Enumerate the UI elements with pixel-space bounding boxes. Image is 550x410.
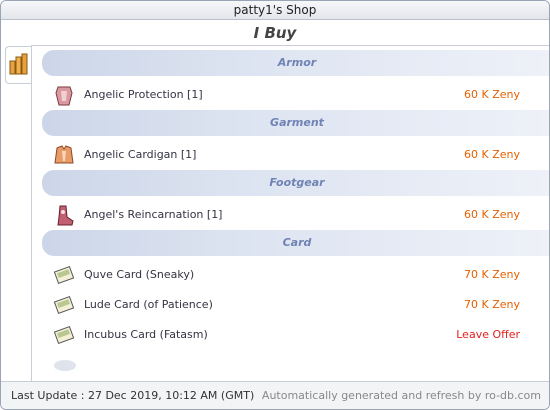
category-card: Card — [42, 230, 549, 256]
category-footgear: Footgear — [42, 170, 549, 196]
window-title: patty1's Shop — [1, 1, 549, 20]
item-price: 60 K Zeny — [464, 88, 520, 101]
item-name: Angelic Protection [1] — [84, 88, 203, 101]
footer: Last Update : 27 Dec 2019, 10:12 AM (GMT… — [1, 381, 549, 409]
item-list: Armor Angelic Protection [1] 60 K Zeny G… — [42, 50, 549, 380]
last-update: Last Update : 27 Dec 2019, 10:12 AM (GMT… — [11, 389, 255, 402]
footgear-icon — [57, 205, 74, 226]
credit-text: Automatically generated and refresh by r… — [261, 389, 541, 402]
list-item[interactable]: Angelic Protection [1] 60 K Zeny — [42, 80, 549, 110]
item-name: Lude Card (of Patience) — [84, 298, 213, 311]
item-name: Quve Card (Sneaky) — [84, 268, 195, 281]
item-price: Leave Offer — [456, 328, 520, 341]
item-price: 60 K Zeny — [464, 208, 520, 221]
list-item[interactable]: Incubus Card (Fatasm) Leave Offer — [42, 320, 549, 350]
item-name: Angel's Reincarnation [1] — [84, 208, 223, 221]
shop-icon — [9, 53, 28, 75]
card-icon — [53, 295, 75, 315]
list-item[interactable]: Lude Card (of Patience) 70 K Zeny — [42, 290, 549, 320]
list-item[interactable]: Quve Card (Sneaky) 70 K Zeny — [42, 260, 549, 290]
item-panel: Armor Angelic Protection [1] 60 K Zeny G… — [31, 45, 549, 382]
armor-icon — [55, 86, 73, 106]
shop-mode-title: I Buy — [253, 24, 297, 42]
category-garment: Garment — [42, 110, 549, 136]
shop-tab[interactable] — [5, 46, 32, 84]
list-item[interactable]: Angelic Cardigan [1] 60 K Zeny — [42, 140, 549, 170]
card-icon — [53, 325, 75, 345]
category-armor: Armor — [42, 50, 549, 76]
item-name: Incubus Card (Fatasm) — [84, 328, 208, 341]
item-price: 70 K Zeny — [464, 298, 520, 311]
list-end-marker — [54, 360, 76, 371]
item-name: Angelic Cardigan [1] — [84, 148, 197, 161]
card-icon — [53, 265, 75, 285]
item-price: 60 K Zeny — [464, 148, 520, 161]
item-price: 70 K Zeny — [464, 268, 520, 281]
shop-window: patty1's Shop I Buy Armor Angelic Protec… — [0, 0, 550, 410]
garment-icon — [54, 145, 74, 164]
list-end — [42, 350, 549, 380]
list-item[interactable]: Angel's Reincarnation [1] 60 K Zeny — [42, 200, 549, 230]
